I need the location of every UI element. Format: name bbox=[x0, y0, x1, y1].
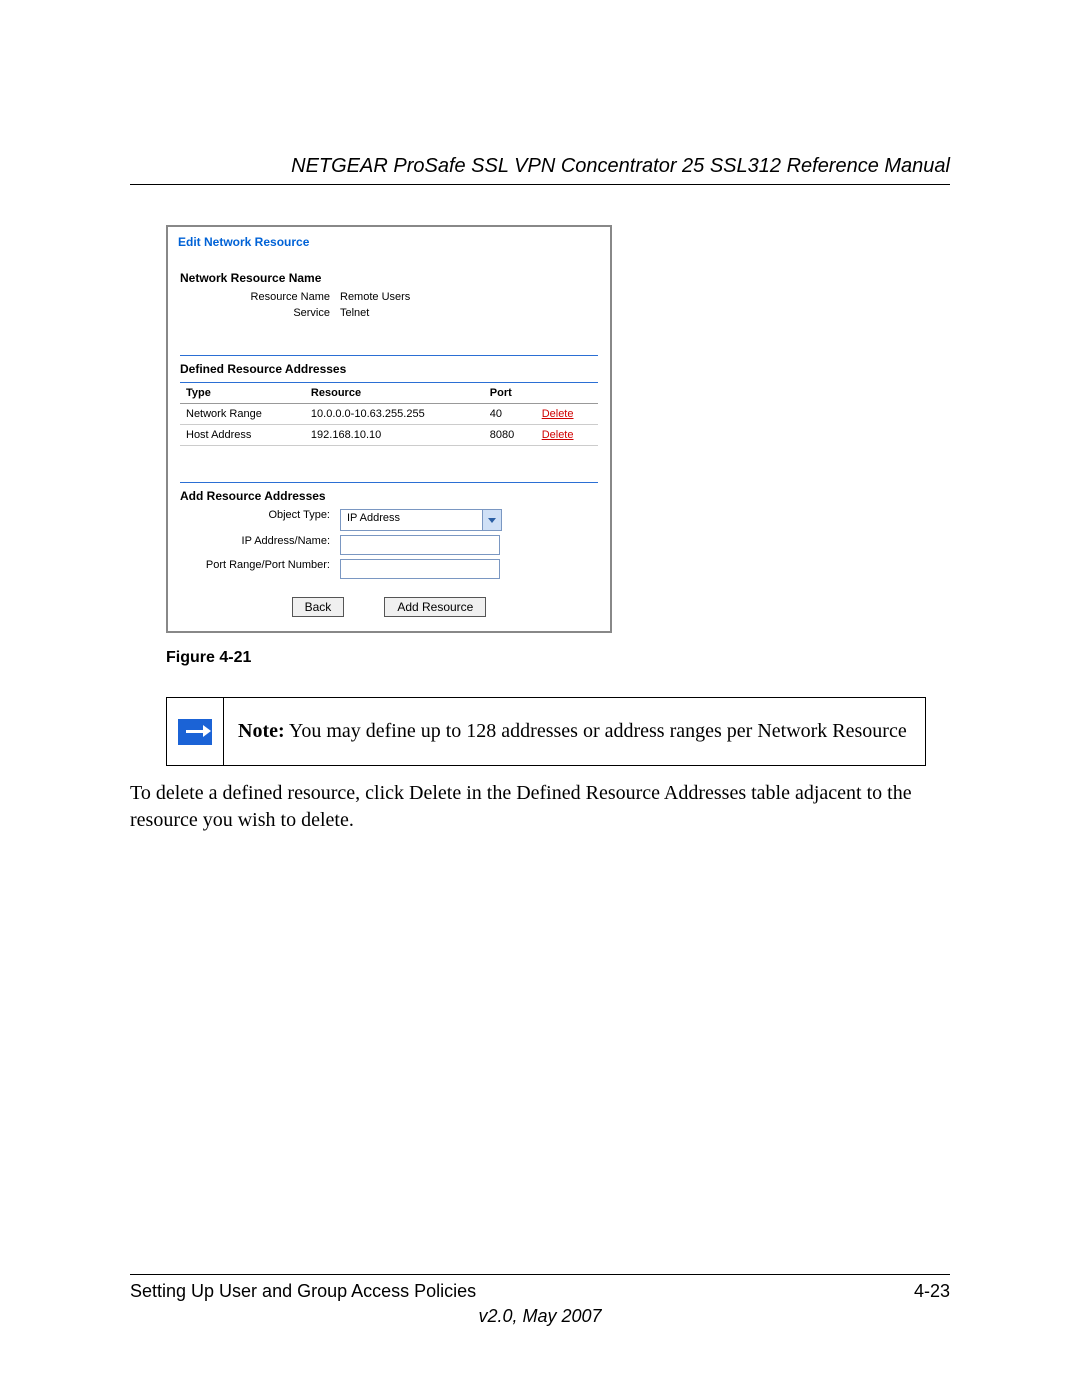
label-object-type: Object Type: bbox=[180, 509, 340, 531]
section-divider-2 bbox=[180, 482, 598, 483]
row-object-type: Object Type: IP Address bbox=[180, 509, 598, 531]
note-body: You may define up to 128 addresses or ad… bbox=[285, 720, 907, 742]
section-defined-addresses: Defined Resource Addresses bbox=[180, 362, 598, 376]
footer-page-number: 4-23 bbox=[914, 1281, 950, 1302]
col-port: Port bbox=[484, 383, 536, 404]
document-page: NETGEAR ProSafe SSL VPN Concentrator 25 … bbox=[0, 0, 1080, 1397]
header-rule bbox=[130, 184, 950, 185]
body-paragraph: To delete a defined resource, click Dele… bbox=[130, 780, 950, 834]
value-resource-name: Remote Users bbox=[340, 291, 598, 303]
col-type: Type bbox=[180, 383, 305, 404]
row-resource-name: Resource Name Remote Users bbox=[180, 291, 598, 303]
object-type-select[interactable]: IP Address bbox=[340, 509, 502, 531]
table-row: Network Range 10.0.0.0-10.63.255.255 40 … bbox=[180, 404, 598, 425]
arrow-right-icon bbox=[178, 719, 212, 745]
defined-addresses-table: Type Resource Port Network Range 10.0.0.… bbox=[180, 382, 598, 446]
footer-rule bbox=[130, 1274, 950, 1275]
cell-port: 8080 bbox=[484, 425, 536, 446]
chevron-down-icon[interactable] bbox=[482, 510, 501, 530]
section-divider-1 bbox=[180, 355, 598, 356]
label-service: Service bbox=[180, 307, 340, 319]
note-box: Note: You may define up to 128 addresses… bbox=[166, 697, 926, 766]
label-ip-address: IP Address/Name: bbox=[180, 535, 340, 555]
section-network-resource-name: Network Resource Name bbox=[180, 271, 598, 285]
figure-caption: Figure 4-21 bbox=[166, 649, 950, 667]
cell-resource: 192.168.10.10 bbox=[305, 425, 484, 446]
back-button[interactable]: Back bbox=[292, 597, 345, 617]
footer-version: v2.0, May 2007 bbox=[130, 1306, 950, 1327]
panel-title: Edit Network Resource bbox=[168, 227, 610, 249]
row-service: Service Telnet bbox=[180, 307, 598, 319]
section-add-addresses: Add Resource Addresses bbox=[180, 489, 598, 503]
add-resource-button[interactable]: Add Resource bbox=[384, 597, 486, 617]
value-service: Telnet bbox=[340, 307, 598, 319]
button-row: Back Add Resource bbox=[180, 597, 598, 617]
note-text: Note: You may define up to 128 addresses… bbox=[224, 698, 921, 765]
object-type-value: IP Address bbox=[341, 510, 482, 530]
note-label: Note: bbox=[238, 720, 285, 742]
note-icon-cell bbox=[167, 698, 224, 765]
row-port-range: Port Range/Port Number: bbox=[180, 559, 598, 579]
cell-type: Host Address bbox=[180, 425, 305, 446]
ip-address-input[interactable] bbox=[340, 535, 500, 555]
delete-link[interactable]: Delete bbox=[542, 429, 574, 441]
page-footer: Setting Up User and Group Access Policie… bbox=[130, 1274, 950, 1327]
screenshot-container: Edit Network Resource Network Resource N… bbox=[166, 225, 950, 633]
delete-link[interactable]: Delete bbox=[542, 408, 574, 420]
label-port-range: Port Range/Port Number: bbox=[180, 559, 340, 579]
col-resource: Resource bbox=[305, 383, 484, 404]
edit-network-resource-panel: Edit Network Resource Network Resource N… bbox=[166, 225, 612, 633]
cell-type: Network Range bbox=[180, 404, 305, 425]
table-row: Host Address 192.168.10.10 8080 Delete bbox=[180, 425, 598, 446]
col-action bbox=[536, 383, 598, 404]
row-ip-address: IP Address/Name: bbox=[180, 535, 598, 555]
label-resource-name: Resource Name bbox=[180, 291, 340, 303]
footer-section-title: Setting Up User and Group Access Policie… bbox=[130, 1281, 476, 1302]
cell-port: 40 bbox=[484, 404, 536, 425]
port-range-input[interactable] bbox=[340, 559, 500, 579]
cell-resource: 10.0.0.0-10.63.255.255 bbox=[305, 404, 484, 425]
page-header-title: NETGEAR ProSafe SSL VPN Concentrator 25 … bbox=[130, 155, 950, 178]
